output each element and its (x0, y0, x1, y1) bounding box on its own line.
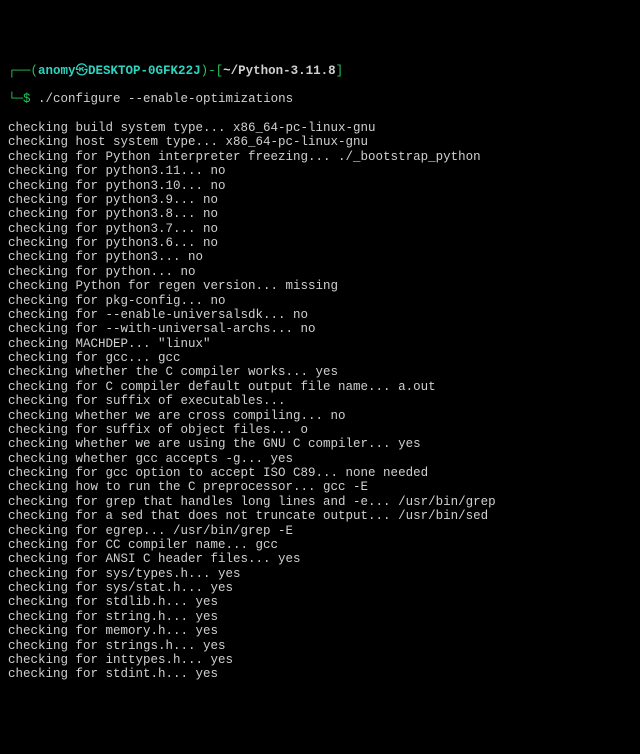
command-text: ./configure --enable-optimizations (38, 92, 293, 106)
output-line: checking for string.h... yes (8, 610, 632, 624)
output-line: checking for python3.10... no (8, 179, 632, 193)
prompt-open-bracket: [ (216, 64, 224, 78)
prompt-open: ┌──( (8, 64, 38, 78)
prompt-path: ~/Python-3.11.8 (223, 64, 336, 78)
output-line: checking how to run the C preprocessor..… (8, 480, 632, 494)
output-line: checking whether we are cross compiling.… (8, 409, 632, 423)
output-line: checking for a sed that does not truncat… (8, 509, 632, 523)
output-line: checking for C compiler default output f… (8, 380, 632, 394)
terminal-output: checking build system type... x86_64-pc-… (8, 121, 632, 682)
output-line: checking Python for regen version... mis… (8, 279, 632, 293)
output-line: checking for python... no (8, 265, 632, 279)
output-line: checking whether the C compiler works...… (8, 365, 632, 379)
output-line: checking whether gcc accepts -g... yes (8, 452, 632, 466)
prompt-line-2[interactable]: └─$ ./configure --enable-optimizations (8, 92, 632, 106)
output-line: checking for gcc... gcc (8, 351, 632, 365)
output-line: checking for stdlib.h... yes (8, 595, 632, 609)
output-line: checking for python3... no (8, 250, 632, 264)
output-line: checking for egrep... /usr/bin/grep -E (8, 524, 632, 538)
output-line: checking for pkg-config... no (8, 294, 632, 308)
prompt-line-1: ┌──(anomy㉿DESKTOP-0GFK22J)-[~/Python-3.1… (8, 64, 632, 78)
output-line: checking for gcc option to accept ISO C8… (8, 466, 632, 480)
output-line: checking for suffix of object files... o (8, 423, 632, 437)
output-line: checking for Python interpreter freezing… (8, 150, 632, 164)
prompt-at: ㉿ (76, 64, 89, 78)
prompt-second-prefix: └─ (8, 92, 23, 106)
output-line: checking for --enable-universalsdk... no (8, 308, 632, 322)
output-line: checking host system type... x86_64-pc-l… (8, 135, 632, 149)
output-line: checking whether we are using the GNU C … (8, 437, 632, 451)
output-line: checking for --with-universal-archs... n… (8, 322, 632, 336)
output-line: checking for strings.h... yes (8, 639, 632, 653)
prompt-user: anomy (38, 64, 76, 78)
output-line: checking for grep that handles long line… (8, 495, 632, 509)
output-line: checking for suffix of executables... (8, 394, 632, 408)
prompt-dash: - (208, 64, 216, 78)
output-line: checking for python3.9... no (8, 193, 632, 207)
output-line: checking for inttypes.h... yes (8, 653, 632, 667)
output-line: checking build system type... x86_64-pc-… (8, 121, 632, 135)
output-line: checking for python3.8... no (8, 207, 632, 221)
output-line: checking for stdint.h... yes (8, 667, 632, 681)
output-line: checking for python3.7... no (8, 222, 632, 236)
output-line: checking for ANSI C header files... yes (8, 552, 632, 566)
output-line: checking MACHDEP... "linux" (8, 337, 632, 351)
output-line: checking for python3.6... no (8, 236, 632, 250)
output-line: checking for memory.h... yes (8, 624, 632, 638)
output-line: checking for python3.11... no (8, 164, 632, 178)
output-line: checking for sys/stat.h... yes (8, 581, 632, 595)
output-line: checking for CC compiler name... gcc (8, 538, 632, 552)
prompt-host: DESKTOP-0GFK22J (88, 64, 201, 78)
prompt-dollar: $ (23, 92, 38, 106)
prompt-close-bracket: ] (336, 64, 344, 78)
prompt-close-paren: ) (201, 64, 209, 78)
output-line: checking for sys/types.h... yes (8, 567, 632, 581)
